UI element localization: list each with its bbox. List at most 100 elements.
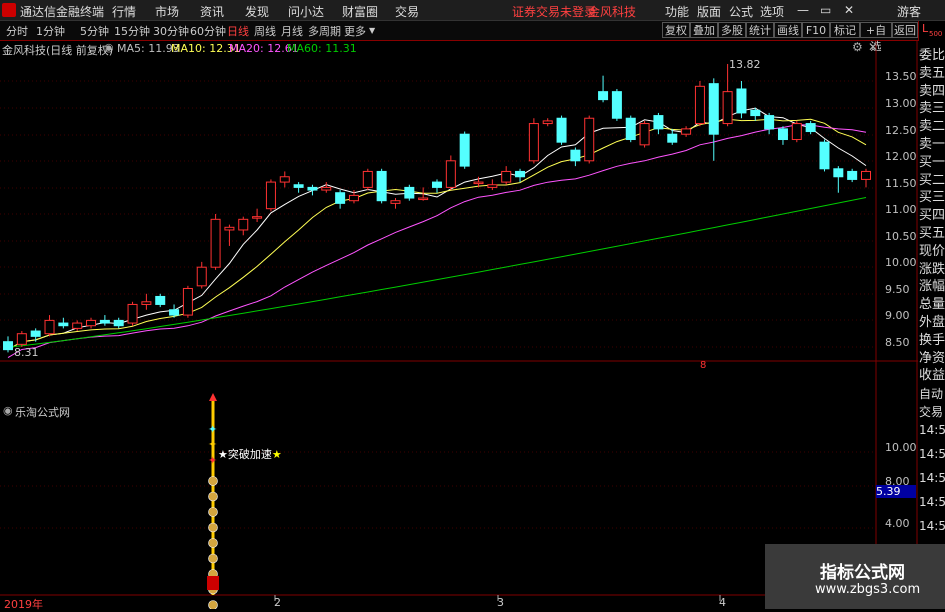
candle-body	[501, 170, 512, 183]
side-item: 净资	[919, 350, 945, 366]
side-item: 卖一	[919, 137, 945, 152]
more-chevron-icon[interactable]: ▼	[369, 26, 375, 35]
tab-multi-period[interactable]: 多周期	[308, 23, 341, 39]
candle-body	[86, 319, 97, 327]
side-item: 换手	[919, 332, 945, 348]
candle-body	[252, 216, 263, 219]
menu-quotes[interactable]: 行情	[112, 3, 136, 20]
event-marker[interactable]: 8	[700, 360, 706, 371]
candle-body	[182, 287, 193, 316]
menu-ask[interactable]: 问小达	[288, 3, 324, 20]
trade-login-status[interactable]: 证券交易未登录	[512, 3, 596, 20]
side-item: 外盘	[919, 315, 945, 330]
tab-5min[interactable]: 5分钟	[80, 23, 109, 39]
candle-body	[196, 266, 207, 287]
menu-discover[interactable]: 发现	[245, 3, 269, 20]
tab-weekly[interactable]: 周线	[254, 23, 276, 39]
ma-settings-icon[interactable]: ◉	[104, 41, 114, 54]
high-price-label: 13.82	[729, 58, 761, 71]
minimize-icon[interactable]: —	[797, 3, 809, 17]
guest-label[interactable]: 游客	[897, 3, 921, 20]
tab-30min[interactable]: 30分钟	[153, 23, 189, 39]
statistics-button[interactable]: 统计	[746, 22, 774, 38]
overlay-button[interactable]: 叠加	[690, 22, 718, 38]
multi-stock-button[interactable]: 多股	[718, 22, 746, 38]
side-item: 卖四	[919, 83, 945, 99]
x-label-mar: 3	[497, 596, 504, 609]
signal-base	[207, 576, 219, 590]
candle-body	[528, 123, 539, 162]
y-tick: 13.50	[885, 70, 917, 83]
candle-body	[335, 192, 346, 204]
money-bag-icon	[208, 600, 218, 609]
menu-market[interactable]: 市场	[155, 3, 179, 20]
watermark: 指标公式网 www.zbgs3.com	[765, 544, 945, 609]
candle-body	[321, 186, 332, 191]
candle-body	[58, 322, 69, 327]
side-L-label: L	[922, 22, 929, 35]
menu-options[interactable]: 选项	[760, 3, 784, 20]
candle-body	[376, 170, 387, 202]
draw-line-button[interactable]: 画线	[774, 22, 802, 38]
candle-body	[210, 218, 221, 268]
restore-icon[interactable]: ▭	[820, 3, 831, 17]
candle-body	[625, 117, 636, 141]
y-tick: 8.50	[885, 336, 910, 349]
side-item: 涨跌	[919, 261, 945, 277]
menu-layout[interactable]: 版面	[697, 3, 721, 20]
chart-title: 金风科技(日线 前复权)	[2, 44, 114, 57]
tab-1min[interactable]: 1分钟	[36, 23, 65, 39]
tab-60min[interactable]: 60分钟	[190, 23, 226, 39]
candle-body	[736, 88, 747, 114]
candle-body	[238, 218, 249, 231]
side-item: 卖三	[919, 101, 945, 117]
side-item: 总量	[919, 297, 945, 313]
candle-body	[141, 301, 152, 305]
close-pane-icon[interactable]: ✕	[868, 40, 878, 54]
sub-settings-icon[interactable]: ◉	[3, 404, 13, 417]
f10-button[interactable]: F10	[802, 22, 830, 38]
y-tick: 12.50	[885, 124, 917, 137]
candle-body	[279, 176, 290, 183]
candle-body	[3, 341, 13, 351]
candle-body	[127, 303, 138, 324]
butterfly-icon: ✦	[208, 423, 217, 436]
app-title: 通达信金融终端	[20, 5, 105, 19]
watermark-url: www.zbgs3.com	[815, 582, 921, 597]
close-icon[interactable]: ✕	[844, 3, 854, 17]
y-tick: 9.00	[885, 309, 910, 322]
candle-body	[667, 133, 678, 143]
menu-trade[interactable]: 交易	[395, 3, 419, 20]
side-item: 卖二	[919, 119, 945, 135]
auto-label[interactable]: 自动	[919, 385, 943, 402]
candle-body	[432, 181, 442, 188]
add-watchlist-button[interactable]: +自选	[860, 22, 892, 53]
candle-body	[113, 319, 124, 327]
side-item: 委比	[919, 48, 945, 63]
trade-time: 14:56	[919, 519, 945, 533]
money-bag-icon	[208, 476, 218, 486]
menu-formula[interactable]: 公式	[729, 3, 753, 20]
tab-monthly[interactable]: 月线	[281, 23, 303, 39]
tab-more[interactable]: 更多	[344, 23, 366, 39]
restore-rights-button[interactable]: 复权	[662, 22, 690, 38]
mark-button[interactable]: 标记	[830, 22, 860, 38]
candle-body	[515, 170, 526, 178]
tab-intraday[interactable]: 分时	[6, 23, 28, 39]
menu-news[interactable]: 资讯	[200, 3, 224, 20]
settings-gear-icon[interactable]: ⚙	[852, 40, 863, 54]
money-bag-icon	[208, 491, 218, 502]
tab-15min[interactable]: 15分钟	[114, 23, 150, 39]
menu-function[interactable]: 功能	[665, 3, 689, 20]
kline-chart[interactable]: ✦ ✦ ✦	[0, 41, 918, 609]
trade-label[interactable]: 交易	[919, 403, 943, 420]
candle-body	[487, 184, 498, 188]
tab-daily[interactable]: 日线	[227, 23, 249, 39]
candle-body	[584, 117, 595, 162]
back-button[interactable]: 返回	[892, 22, 918, 38]
candle-body	[598, 91, 609, 101]
candle-body	[777, 128, 788, 141]
menu-wealth[interactable]: 财富圈	[342, 3, 378, 20]
candle-body	[348, 194, 359, 202]
ma60-label: MA60: 11.31	[287, 42, 357, 55]
